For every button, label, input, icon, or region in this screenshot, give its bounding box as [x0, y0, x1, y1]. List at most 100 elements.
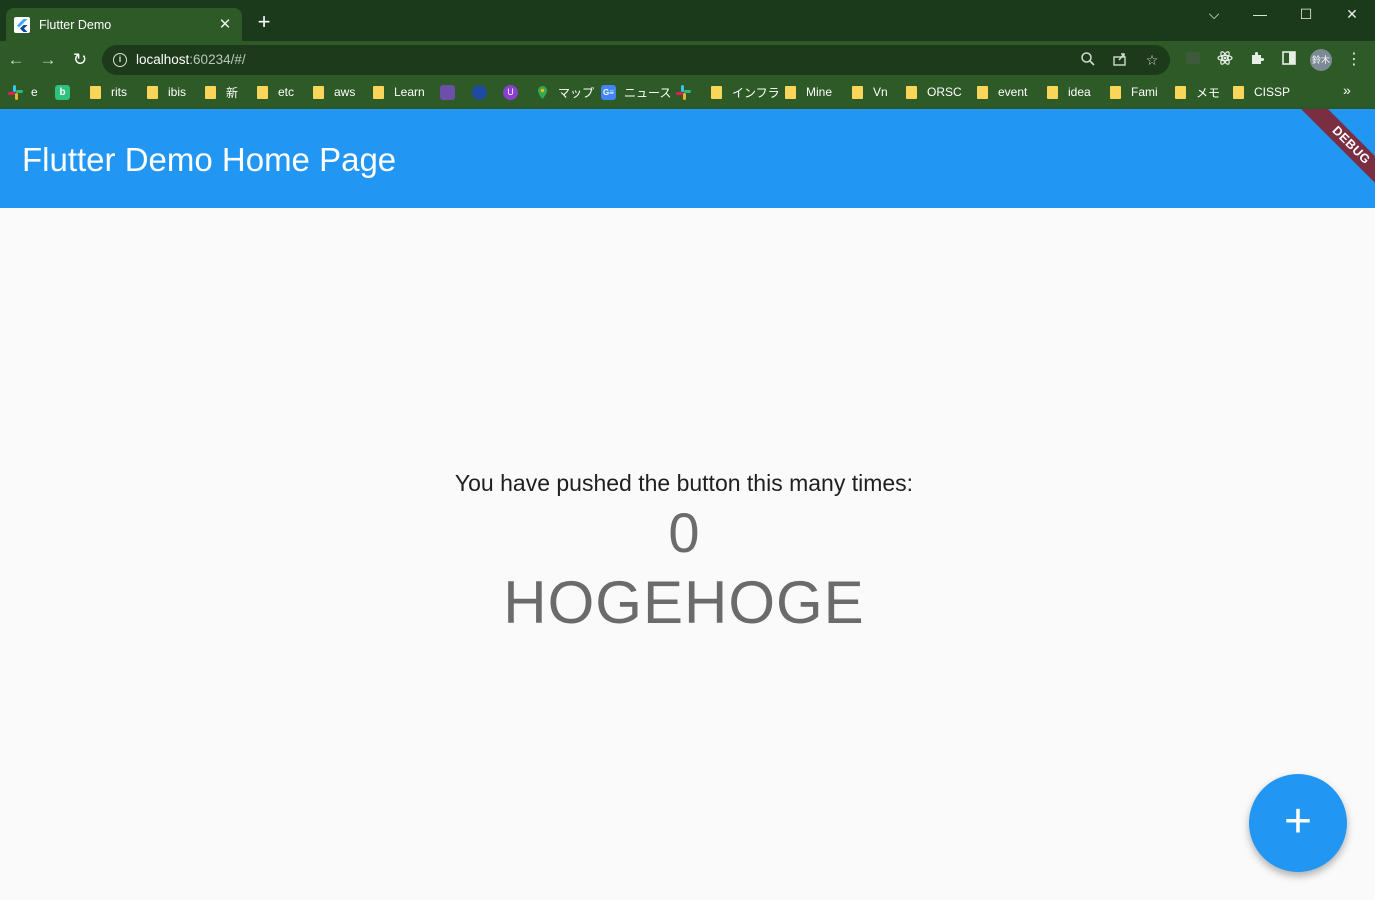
bookmark-news[interactable]: G≡ ニュース: [601, 79, 671, 105]
bookmark-rits[interactable]: rits: [90, 79, 127, 105]
url-path: :60234/#/: [189, 52, 246, 67]
bookmarks-overflow-icon[interactable]: »: [1343, 82, 1351, 98]
profile-avatar[interactable]: 鈴木: [1310, 49, 1332, 71]
folder-icon: [1175, 85, 1186, 99]
bookmark-label: Fami: [1131, 85, 1158, 99]
bookmark-etc[interactable]: etc: [257, 79, 294, 105]
bookmark-maps[interactable]: マップ: [535, 79, 594, 105]
maps-icon: [535, 85, 550, 100]
folder-icon: [711, 85, 722, 99]
bookmark-aws[interactable]: aws: [313, 79, 355, 105]
folder-icon: [1233, 85, 1244, 99]
close-window-button[interactable]: ✕: [1329, 4, 1375, 24]
extension-icon[interactable]: [1183, 50, 1203, 70]
app-icon: [440, 84, 455, 100]
bookmark-label: e: [31, 85, 38, 99]
browser-toolbar: ← → ↻ i localhost:60234/#/ ☆ 鈴木 ⋮: [0, 41, 1375, 79]
app-bar: Flutter Demo Home Page DEBUG: [0, 109, 1375, 208]
bookmark-label: インフラ: [732, 85, 780, 100]
minimize-button[interactable]: —: [1237, 4, 1283, 24]
bookmark-fami[interactable]: Fami: [1110, 79, 1158, 105]
back-button[interactable]: ←: [6, 50, 26, 70]
bookmark-ibis[interactable]: ibis: [147, 79, 186, 105]
folder-icon: [373, 85, 384, 99]
folder-icon: [90, 85, 101, 99]
bookmark-label: ibis: [168, 85, 187, 99]
bookmarks-bar: e b rits ibis 新 etc aws Learn U マップ G≡ ニ…: [0, 79, 1375, 109]
counter-value: 0: [668, 501, 700, 564]
menu-kebab-icon[interactable]: ⋮: [1344, 50, 1364, 70]
bookmark-label: CISSP: [1254, 85, 1291, 99]
bookmark-label: Learn: [394, 85, 425, 99]
flutter-icon: [14, 16, 30, 33]
bookmark-label: event: [998, 85, 1028, 99]
folder-icon: [785, 85, 796, 99]
share-icon[interactable]: [1111, 51, 1129, 69]
folder-icon: [906, 85, 917, 99]
bookmark-orsc[interactable]: ORSC: [906, 79, 962, 105]
news-icon: G≡: [601, 84, 616, 100]
forward-button[interactable]: →: [38, 50, 58, 70]
bookmark-label: Mine: [806, 85, 833, 99]
folder-icon: [1110, 85, 1121, 99]
extensions-puzzle-icon[interactable]: [1247, 50, 1267, 70]
folder-icon: [313, 85, 324, 99]
bookmark-label: メモ: [1196, 85, 1221, 100]
bookmark-label: Vn: [873, 85, 888, 99]
address-bar[interactable]: i localhost:60234/#/ ☆: [102, 45, 1170, 75]
counter-message: You have pushed the button this many tim…: [454, 470, 914, 496]
folder-icon: [852, 85, 863, 99]
increment-fab-button[interactable]: +: [1249, 774, 1347, 872]
bookmark-app-3[interactable]: U: [503, 79, 526, 105]
app-icon: U: [503, 84, 518, 100]
bookmark-label: マップ: [558, 85, 595, 100]
bookmark-e[interactable]: e: [8, 79, 38, 105]
browser-tab[interactable]: Flutter Demo ✕: [6, 8, 242, 41]
bookmark-new[interactable]: 新: [205, 79, 238, 105]
app-icon: [472, 84, 487, 100]
bookmark-memo[interactable]: メモ: [1175, 79, 1220, 105]
bookmark-app-1[interactable]: [440, 79, 463, 105]
extra-text: HOGEHOGE: [503, 569, 865, 636]
browser-titlebar: Flutter Demo ✕ + ⌵ — ☐ ✕: [0, 0, 1375, 41]
bookmark-app-2[interactable]: [472, 79, 495, 105]
bookmark-label: etc: [278, 85, 295, 99]
folder-icon: [147, 85, 158, 99]
tab-search-icon[interactable]: ⌵: [1191, 4, 1237, 24]
bookmark-label: ORSC: [927, 85, 962, 99]
zoom-icon[interactable]: [1079, 51, 1097, 69]
bookmark-b-app[interactable]: b: [55, 79, 78, 105]
tab-title: Flutter Demo: [39, 17, 112, 32]
new-tab-button[interactable]: +: [253, 11, 275, 33]
url-text[interactable]: localhost:60234/#/: [136, 52, 246, 67]
bookmark-idea[interactable]: idea: [1047, 79, 1091, 105]
bookmark-label: ニュース: [624, 85, 672, 100]
bookmark-mine[interactable]: Mine: [785, 79, 832, 105]
bookmark-infra[interactable]: インフラ: [711, 79, 780, 105]
url-host: localhost: [136, 52, 190, 67]
react-devtools-icon[interactable]: [1215, 50, 1235, 70]
bookmark-event[interactable]: event: [977, 79, 1027, 105]
bookmark-slack[interactable]: [676, 79, 699, 105]
side-panel-icon[interactable]: [1279, 50, 1299, 70]
add-icon: +: [1283, 795, 1313, 848]
maximize-button[interactable]: ☐: [1283, 4, 1329, 24]
slack-icon: [676, 84, 691, 100]
bookmark-label: rits: [111, 85, 127, 99]
site-info-icon[interactable]: i: [113, 53, 127, 67]
folder-icon: [205, 85, 216, 99]
debug-banner: DEBUG: [1294, 109, 1375, 202]
bookmark-cissp[interactable]: CISSP: [1233, 79, 1290, 105]
folder-icon: [257, 85, 268, 99]
bookmark-star-icon[interactable]: ☆: [1143, 51, 1161, 69]
bookmark-vn[interactable]: Vn: [852, 79, 888, 105]
slack-icon: [8, 84, 23, 100]
reload-button[interactable]: ↻: [70, 50, 90, 70]
folder-icon: [977, 85, 988, 99]
folder-icon: [1047, 85, 1058, 99]
page-title: Flutter Demo Home Page: [22, 141, 397, 178]
bookmark-label: aws: [334, 85, 356, 99]
bookmark-learn[interactable]: Learn: [373, 79, 425, 105]
b-app-icon: b: [55, 84, 70, 100]
tab-close-icon[interactable]: ✕: [216, 16, 234, 34]
